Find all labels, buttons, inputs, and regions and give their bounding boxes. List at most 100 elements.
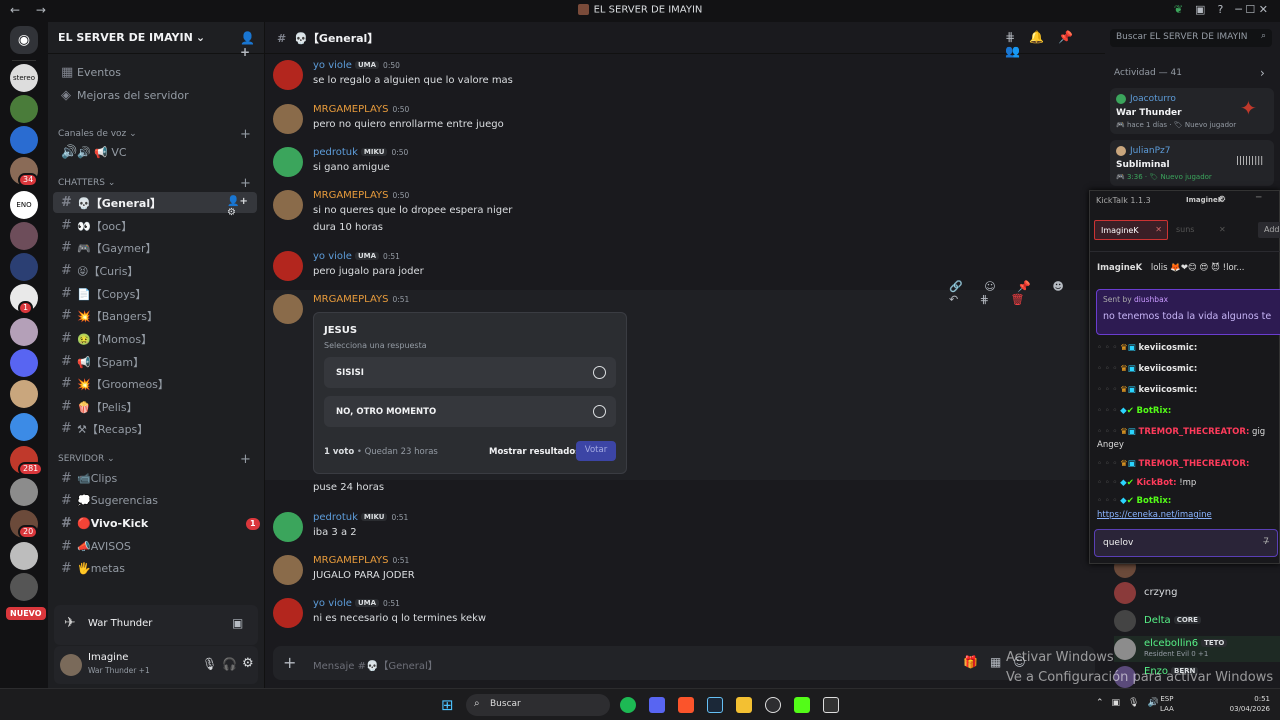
server-icon-group[interactable] <box>10 222 38 250</box>
file-explorer-icon[interactable] <box>736 697 752 713</box>
avatar[interactable] <box>273 251 303 281</box>
events-item[interactable]: ▦ Eventos <box>53 62 257 83</box>
channel-pelis[interactable]: # 🍿【Pelis】 <box>53 396 257 417</box>
member-item[interactable]: Delta CORE <box>1114 610 1280 636</box>
mod-icons[interactable]: ◦ ◦ ◦ <box>1097 406 1120 416</box>
window-controls[interactable]: ❦ ▣ ? ─ ☐ ✕ <box>1174 3 1268 16</box>
add-channel-icon[interactable]: + <box>240 452 251 467</box>
add-attachment-icon[interactable]: + <box>283 653 296 672</box>
clock[interactable]: 0:51 03/04/2026 <box>1224 694 1270 714</box>
mod-icons[interactable]: ◦ ◦ ◦ <box>1097 427 1120 437</box>
channel-gaymer[interactable]: # 🎮【Gaymer】 <box>53 237 257 258</box>
author[interactable]: MRGAMEPLAYS 0:50 <box>313 104 409 115</box>
member-item[interactable]: elcebollin6 TETO Resident Evil 0 +1 <box>1114 636 1280 662</box>
windows-start-icon[interactable]: ⊞ <box>441 696 454 714</box>
activity-card[interactable]: JulianPz7 Subliminal 🎮 3:36 · 🏷 Nuevo ju… <box>1110 140 1274 186</box>
chat-tab-active[interactable]: ImagineK ✕ <box>1094 220 1168 240</box>
system-tray-icons[interactable]: ⌃▣🎙🔊 <box>1096 698 1167 708</box>
author[interactable]: MRGAMEPLAYS 0:51 <box>313 294 409 305</box>
activity-panel[interactable]: ✈ War Thunder ▣ <box>54 605 258 645</box>
mod-icons[interactable]: ◦ ◦ ◦ <box>1097 459 1120 469</box>
close-icon[interactable]: ✕ <box>1219 225 1226 234</box>
kicktalk-chat-input[interactable]: quelov 7̶ <box>1094 529 1278 557</box>
add-member-icon[interactable]: 👤+ <box>240 31 264 59</box>
channel-spam[interactable]: # 📢【Spam】 <box>53 351 257 372</box>
message-actions-bar[interactable]: 🔗 ☺ 📌 ☻ ↶ ⋕ 🗑 <box>949 280 1089 306</box>
taskbar-search[interactable]: ⌕ Buscar <box>466 694 610 716</box>
poll-option[interactable]: SISISI <box>324 357 616 388</box>
chat-user[interactable]: keviicosmic: <box>1139 385 1198 395</box>
chat-user[interactable]: TREMOR_THECREATOR: <box>1139 427 1250 437</box>
composer-placeholder[interactable]: Mensaje #💀【General】 <box>313 657 438 672</box>
spotify-icon[interactable] <box>620 697 636 713</box>
chevron-right-icon[interactable]: › <box>1260 66 1265 80</box>
channel-sugerencias[interactable]: # 💭Sugerencias <box>53 490 257 511</box>
channel-metas[interactable]: # 🖐metas <box>53 558 257 579</box>
category-chatters[interactable]: CHATTERS ⌄ + <box>58 176 251 191</box>
voice-channel-vc[interactable]: 🔊 🔊 📢 VC <box>53 142 257 163</box>
channel-copys[interactable]: # 📄【Copys】 <box>53 283 257 304</box>
author[interactable]: yo viole UMA 0:51 <box>313 251 400 262</box>
user-avatar[interactable] <box>60 654 82 676</box>
avatar[interactable] <box>273 104 303 134</box>
message-composer[interactable]: + Mensaje #💀【General】 🎁▦☺ <box>273 646 1095 680</box>
channel-bangers[interactable]: # 💥【Bangers】 <box>53 305 257 326</box>
avatar[interactable] <box>273 60 303 90</box>
poll-option[interactable]: NO, OTRO MOMENTO <box>324 396 616 427</box>
delete-icon[interactable]: 🗑 <box>1010 293 1033 306</box>
mod-icons[interactable]: ◦ ◦ ◦ <box>1097 478 1120 488</box>
channel-ooc[interactable]: # 👀【ooc】 <box>53 215 257 236</box>
author[interactable]: yo viole UMA 0:50 <box>313 60 400 71</box>
server-icon-blue[interactable] <box>10 126 38 154</box>
mic-icon[interactable]: 🎙 <box>202 657 217 671</box>
avatar[interactable] <box>273 294 303 324</box>
activity-card[interactable]: Joacoturro War Thunder 🎮 hace 1 días · 🏷… <box>1110 88 1274 134</box>
avatar[interactable] <box>273 512 303 542</box>
server-icon-minecraft[interactable] <box>10 95 38 123</box>
category-voice[interactable]: Canales de voz ⌄ + <box>58 127 251 142</box>
chat-tab-inactive[interactable]: suns ✕ <box>1176 225 1226 234</box>
server-icon-manga[interactable] <box>10 542 38 570</box>
settings-gear-icon[interactable]: ⚙ <box>1218 195 1226 205</box>
chat-user[interactable]: KickBot: <box>1137 478 1177 488</box>
headphones-icon[interactable]: 🎧 <box>222 657 237 671</box>
steam-icon[interactable] <box>707 697 723 713</box>
author[interactable]: pedrotuk MIKU 0:51 <box>313 512 408 523</box>
add-channel-icon[interactable]: + <box>240 127 251 142</box>
leaf-icon[interactable]: ❦ <box>1174 3 1183 16</box>
add-channel-icon[interactable]: + <box>240 176 251 191</box>
search-input[interactable]: Buscar EL SERVER DE IMAYIN ⌕ <box>1110 29 1272 47</box>
server-icon-last[interactable] <box>10 573 38 601</box>
chat-user[interactable]: ImagineK <box>1097 263 1142 273</box>
boost-item[interactable]: ◈ Mejoras del servidor <box>53 85 257 106</box>
chat-user[interactable]: TREMOR_THECREATOR: <box>1139 459 1250 469</box>
avatar[interactable] <box>273 190 303 220</box>
inbox-icon[interactable]: ▣ <box>1195 3 1205 16</box>
member-item[interactable]: crzyng <box>1114 582 1280 608</box>
discord-home-icon[interactable]: ◉ <box>10 26 38 54</box>
translate-icon[interactable]: 7̶ <box>1263 537 1269 547</box>
mod-icons[interactable]: ◦ ◦ ◦ <box>1097 343 1120 353</box>
server-icon-anime[interactable] <box>10 253 38 281</box>
category-servidor[interactable]: SERVIDOR ⌄ + <box>58 452 251 467</box>
avatar[interactable] <box>273 147 303 177</box>
author[interactable]: MRGAMEPLAYS 0:51 <box>313 555 409 566</box>
chat-user[interactable]: BotRix: <box>1137 406 1172 416</box>
add-chat-button[interactable]: Add <box>1258 222 1280 238</box>
help-icon[interactable]: ? <box>1217 3 1223 16</box>
chat-user[interactable]: keviicosmic: <box>1139 343 1198 353</box>
server-icon-stack[interactable] <box>10 413 38 441</box>
avatar[interactable] <box>273 555 303 585</box>
channel-clips[interactable]: # 📹Clips <box>53 468 257 489</box>
author[interactable]: yo viole UMA 0:51 <box>313 598 400 609</box>
kick-icon[interactable] <box>794 697 810 713</box>
chat-user[interactable]: BotRix: <box>1137 496 1172 506</box>
author[interactable]: pedrotuk MIKU 0:50 <box>313 147 408 158</box>
server-icon-gray[interactable] <box>10 478 38 506</box>
server-icon-tan[interactable] <box>10 380 38 408</box>
chat-link[interactable]: https://ceneka.net/imagine <box>1097 510 1212 520</box>
server-header[interactable]: EL SERVER DE IMAYIN ⌄ 👤+ <box>48 22 264 59</box>
channel-avisos[interactable]: # 📣AVISOS <box>53 536 257 557</box>
channel-recaps[interactable]: # ⚒【Recaps】 <box>53 418 257 439</box>
channel-curis[interactable]: # 😝【Curis】 <box>53 260 257 281</box>
